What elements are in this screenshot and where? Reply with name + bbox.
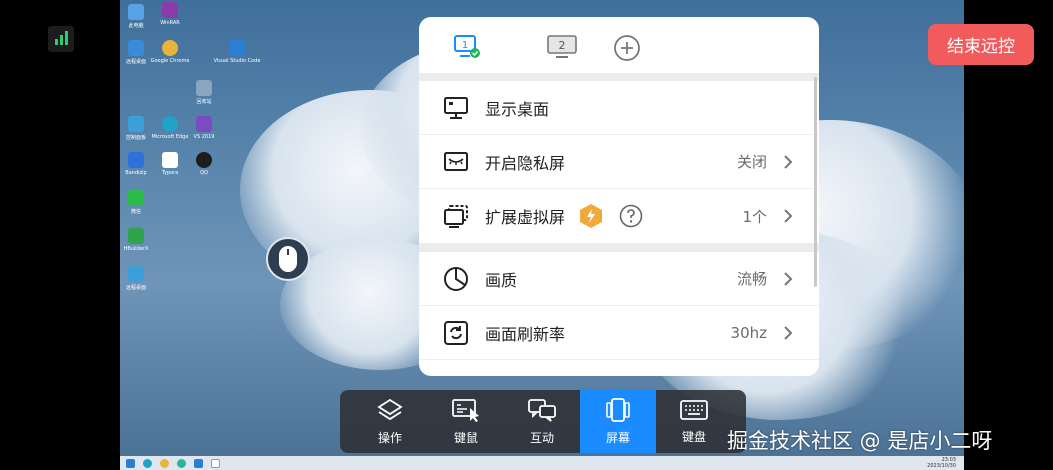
app-icon: [128, 116, 144, 132]
row-label: 扩展虚拟屏: [485, 208, 566, 227]
plus-circle-icon: [614, 35, 640, 61]
row-label: 显示桌面: [485, 99, 550, 119]
typora-icon[interactable]: [211, 458, 220, 468]
app-icon: [128, 40, 144, 56]
keyboard-icon: [680, 400, 708, 420]
app-icon: [229, 40, 245, 56]
monitor-icon: 2: [547, 35, 577, 58]
remote-control-screen: 此电脑 WinRAR 远程桌面 Google Chrome Visual Stu…: [0, 0, 1053, 470]
toolbar-keyboard-mouse-button[interactable]: 键鼠: [428, 390, 504, 453]
toolbar-interaction-button[interactable]: 互动: [504, 390, 580, 453]
toolbar-label: 互动: [529, 431, 554, 445]
svg-text:1: 1: [462, 40, 468, 51]
row-privacy-screen[interactable]: 开启隐私屏 关闭: [419, 135, 819, 189]
app-icon: [162, 152, 178, 168]
toolbar-screen-button[interactable]: 屏幕: [580, 390, 656, 453]
app-icon: [128, 4, 144, 20]
row-value: 1个: [742, 207, 767, 226]
toolbar-label: 操作: [377, 431, 402, 445]
qq-icon: [196, 152, 212, 168]
app-icon[interactable]: [194, 458, 203, 468]
monitor-icon: 1: [454, 35, 480, 58]
app-icon: [128, 228, 144, 244]
desktop-icon[interactable]: Visual Studio Code: [214, 40, 260, 64]
tab-screen-1[interactable]: 1: [453, 34, 481, 60]
divider: [419, 243, 819, 252]
row-virtual-screen[interactable]: 扩展虚拟屏 1个: [419, 189, 819, 243]
taskbar: 23:03 2023/10/30: [120, 456, 964, 470]
help-icon[interactable]: [619, 204, 643, 228]
screen-settings-panel: 1 2 显示桌面 开启隐私屏 关闭 扩展虚拟屏 1个 画质 流畅 画面刷新率 3…: [419, 17, 819, 376]
mouse-icon: [279, 246, 297, 272]
desktop-icon[interactable]: 微信: [120, 190, 156, 215]
windows-start-icon[interactable]: [126, 458, 135, 468]
row-label: 开启隐私屏: [485, 153, 566, 173]
chat-bubbles-icon: [528, 399, 556, 422]
chevron-right-icon: [784, 326, 793, 340]
app-icon: [162, 2, 178, 18]
chrome-icon: [162, 40, 178, 56]
app-icon: [128, 266, 144, 282]
add-screen-button[interactable]: [613, 34, 641, 61]
wechat-icon: [128, 190, 144, 206]
desktop-icon[interactable]: 回收站: [184, 80, 224, 105]
keyboard-mouse-icon: [452, 399, 479, 422]
bottom-toolbar: 操作 键鼠 互动 屏幕 键盘: [340, 390, 746, 453]
screen-tabs: 1 2: [419, 17, 819, 73]
toolbar-operation-button[interactable]: 操作: [352, 390, 428, 453]
row-label: 画质: [485, 270, 518, 290]
panel-scrollbar[interactable]: [814, 77, 817, 287]
layers-icon: [377, 398, 403, 421]
tab-screen-2[interactable]: 2: [547, 34, 577, 60]
toolbar-label: 键盘: [681, 430, 706, 444]
row-quality[interactable]: 画质 流畅: [419, 252, 819, 306]
end-remote-button[interactable]: 结束远控: [928, 24, 1034, 65]
divider: [419, 73, 819, 81]
toolbar-keyboard-button[interactable]: 键盘: [656, 390, 732, 453]
desktop-icon[interactable]: QQ: [184, 152, 224, 176]
recycle-bin-icon: [196, 80, 212, 96]
lightning-badge-icon: [580, 204, 603, 228]
desktop-icon[interactable]: WinRAR: [150, 2, 190, 26]
refresh-rate-icon: [443, 320, 469, 346]
quality-pie-icon: [443, 266, 469, 292]
screen-icon: [606, 398, 630, 422]
mouse-mode-button[interactable]: [266, 237, 310, 281]
chrome-icon[interactable]: [160, 458, 169, 468]
row-value: 关闭: [736, 153, 767, 171]
chevron-right-icon: [784, 272, 793, 286]
chevron-right-icon: [784, 209, 793, 223]
app-icon: [196, 116, 212, 132]
app-icon: [128, 152, 144, 168]
row-value: 流畅: [736, 270, 767, 288]
edge-icon: [162, 116, 178, 132]
desktop-icon[interactable]: VS 2019: [184, 116, 224, 140]
watermark-text: 掘金技术社区 @ 是店小二呀: [727, 429, 993, 453]
signal-strength-icon[interactable]: [48, 26, 74, 52]
virtual-screen-icon: [443, 203, 469, 229]
row-value: 30hz: [730, 323, 767, 342]
edge-icon[interactable]: [143, 458, 152, 468]
desktop-icon[interactable]: Google Chrome: [150, 40, 190, 64]
toolbar-label: 键鼠: [453, 431, 478, 445]
desktop-icon[interactable]: 远程桌面: [120, 266, 156, 291]
toolbar-label: 屏幕: [605, 431, 630, 445]
svg-text:2: 2: [559, 39, 566, 52]
chevron-right-icon: [784, 155, 793, 169]
taskbar-clock: 23:03 2023/10/30: [927, 457, 956, 469]
row-show-desktop[interactable]: 显示桌面: [419, 81, 819, 135]
privacy-screen-icon: [443, 149, 469, 175]
desktop-monitor-icon: [443, 95, 469, 121]
desktop-icon[interactable]: HBuilderX: [120, 228, 156, 252]
row-refresh-rate[interactable]: 画面刷新率 30hz: [419, 306, 819, 360]
row-label: 画面刷新率: [485, 324, 566, 344]
edge-icon[interactable]: [177, 458, 186, 468]
